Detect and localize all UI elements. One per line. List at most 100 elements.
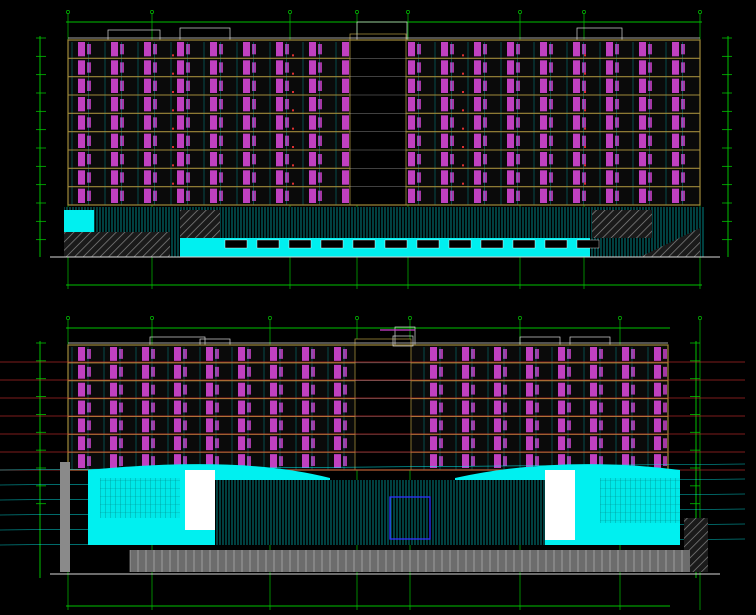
window-band	[309, 188, 316, 203]
window-band	[540, 78, 547, 93]
window-band	[206, 364, 213, 379]
window-band	[567, 349, 571, 359]
window-band	[471, 384, 475, 395]
level-mark	[292, 91, 294, 93]
axis-bubble	[355, 10, 359, 14]
window-band	[615, 44, 619, 55]
window-band	[503, 456, 507, 466]
window-band	[247, 349, 251, 359]
window-band	[606, 115, 613, 130]
window-band	[210, 42, 217, 57]
level-mark	[462, 72, 464, 75]
window-band	[582, 154, 586, 165]
window-band	[450, 135, 454, 146]
window-band	[516, 44, 520, 55]
window-band	[279, 384, 283, 395]
window-band	[252, 117, 256, 128]
window-band	[311, 456, 315, 466]
window-band	[450, 62, 454, 73]
shop-window	[288, 239, 312, 249]
window-band	[582, 99, 586, 110]
window-band	[78, 78, 85, 93]
window-band	[285, 135, 289, 146]
window-band	[183, 420, 187, 431]
axis-bubble	[66, 10, 70, 14]
window-band	[183, 402, 187, 413]
window-band	[309, 133, 316, 148]
level-mark	[584, 164, 586, 167]
window-band	[177, 78, 184, 93]
window-band	[408, 42, 415, 57]
window-band	[599, 420, 603, 431]
window-band	[279, 349, 283, 359]
roof-box	[569, 336, 611, 346]
window-band	[417, 44, 421, 55]
window-band	[663, 420, 667, 431]
window-band	[516, 99, 520, 110]
window-band	[503, 420, 507, 431]
window-band	[507, 115, 514, 130]
window-band	[183, 349, 187, 359]
window-band	[540, 97, 547, 112]
window-band	[343, 420, 347, 431]
window-band	[153, 154, 157, 165]
window-band	[311, 420, 315, 431]
window-band	[672, 133, 679, 148]
window-band	[153, 99, 157, 110]
window-band	[276, 133, 283, 148]
window-band	[186, 190, 190, 201]
window-band	[110, 436, 117, 451]
window-band	[142, 382, 149, 397]
window-band	[153, 190, 157, 201]
window-band	[186, 172, 190, 183]
window-band	[215, 366, 219, 377]
window-band	[450, 44, 454, 55]
window-band	[219, 172, 223, 183]
window-band	[87, 172, 91, 183]
level-mark	[292, 182, 294, 185]
window-band	[681, 80, 685, 91]
window-band	[540, 42, 547, 57]
level-mark	[292, 54, 294, 57]
window-band	[302, 364, 309, 379]
window-band	[151, 349, 155, 359]
window-band	[142, 364, 149, 379]
window-band	[119, 366, 123, 377]
window-band	[343, 366, 347, 377]
window-band	[606, 60, 613, 75]
window-band	[558, 364, 565, 379]
window-band	[450, 172, 454, 183]
window-band	[599, 438, 603, 449]
window-band	[111, 170, 118, 185]
window-band	[247, 402, 251, 413]
window-band	[186, 154, 190, 165]
window-band	[120, 190, 124, 201]
window-band	[615, 172, 619, 183]
window-band	[78, 115, 85, 130]
window-band	[631, 349, 635, 359]
window-band	[342, 78, 349, 93]
window-band	[540, 188, 547, 203]
window-band	[474, 133, 481, 148]
window-band	[462, 347, 469, 361]
window-band	[582, 62, 586, 73]
window-band	[215, 402, 219, 413]
window-band	[474, 97, 481, 112]
window-band	[573, 133, 580, 148]
window-band	[342, 188, 349, 203]
window-band	[309, 115, 316, 130]
window-band	[622, 364, 629, 379]
window-band	[252, 62, 256, 73]
window-band	[311, 349, 315, 359]
window-band	[119, 456, 123, 466]
window-band	[120, 117, 124, 128]
window-band	[582, 80, 586, 91]
window-band	[151, 456, 155, 466]
window-band	[516, 117, 520, 128]
window-band	[78, 454, 85, 468]
window-band	[342, 97, 349, 112]
window-band	[342, 152, 349, 167]
window-band	[342, 42, 349, 57]
window-band	[252, 44, 256, 55]
window-band	[599, 349, 603, 359]
